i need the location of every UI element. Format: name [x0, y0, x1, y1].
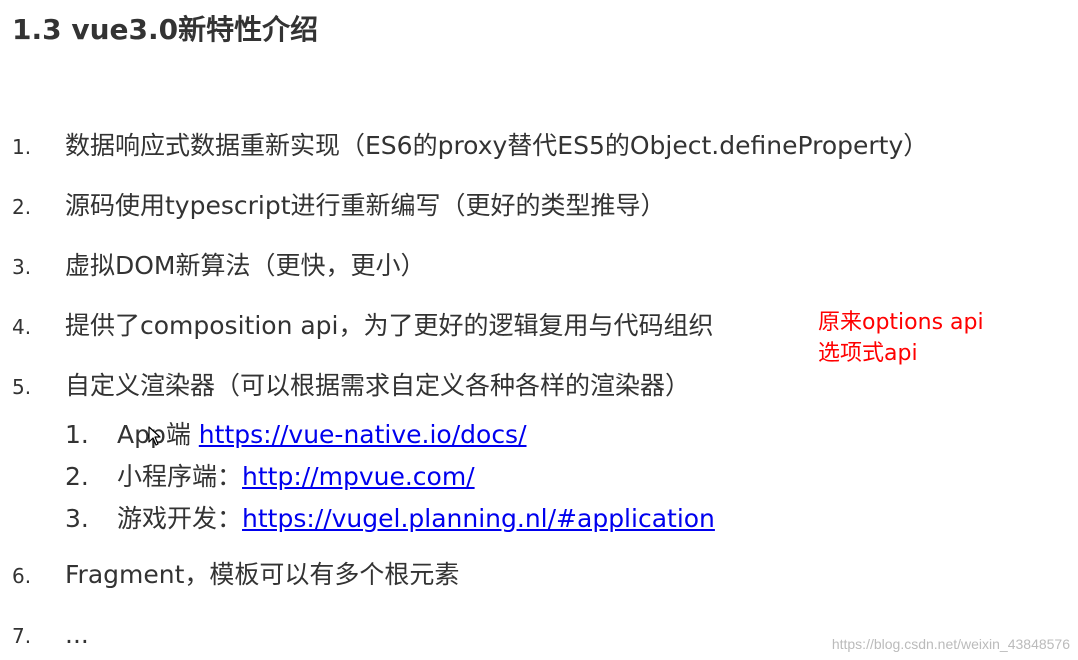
- list-text: Fragment，模板可以有多个根元素: [65, 560, 460, 589]
- sub-list-item: 1.App端 https://vue-native.io/docs/: [65, 418, 527, 452]
- list-number: 3.: [12, 255, 32, 279]
- list-text: 数据响应式数据重新实现（ES6的proxy替代ES5的Object.define…: [65, 131, 929, 160]
- list-number: 4.: [12, 315, 32, 339]
- annotation-line: 原来options api: [818, 310, 984, 335]
- list-item: 5. 自定义渲染器（可以根据需求自定义各种各样的渲染器）: [12, 369, 690, 404]
- annotation-line: 选项式api: [818, 341, 918, 366]
- sub-list-item: 3. 游戏开发：https://vugel.planning.nl/#applic…: [65, 502, 715, 536]
- list-item: 2. 源码使用typescript进行重新编写（更好的类型推导）: [12, 189, 666, 224]
- list-number: 7.: [12, 624, 32, 648]
- sub-list-number: 2.: [65, 462, 89, 491]
- list-item: 1. 数据响应式数据重新实现（ES6的proxy替代ES5的Object.defi…: [12, 129, 928, 164]
- mouse-cursor-icon: [148, 426, 161, 446]
- list-text: 虚拟DOM新算法（更快，更小）: [65, 251, 426, 280]
- watermark: https://blog.csdn.net/weixin_43848576: [831, 636, 1070, 652]
- list-item: 3. 虚拟DOM新算法（更快，更小）: [12, 249, 426, 284]
- list-item: 6. Fragment，模板可以有多个根元素: [12, 558, 459, 593]
- sub-list-number: 3.: [65, 504, 89, 533]
- annotation-note: 原来options api 选项式api: [818, 307, 984, 369]
- list-text: 源码使用typescript进行重新编写（更好的类型推导）: [65, 191, 666, 220]
- list-item: 7....: [12, 618, 89, 653]
- list-text: 提供了composition api，为了更好的逻辑复用与代码组织: [65, 311, 714, 340]
- sub-list-label: 游戏开发：: [117, 504, 243, 533]
- list-text: ...: [65, 620, 89, 649]
- list-number: 1.: [12, 135, 32, 159]
- list-number: 6.: [12, 564, 32, 588]
- sub-list-number: 1.: [65, 420, 89, 449]
- list-number: 2.: [12, 195, 32, 219]
- sub-list-item: 2. 小程序端：http://mpvue.com/: [65, 460, 475, 494]
- list-number: 5.: [12, 375, 32, 399]
- page-title: 1.3 vue3.0新特性介绍: [12, 13, 319, 46]
- sub-list-label: 小程序端：: [117, 462, 243, 491]
- vue-native-link[interactable]: https://vue-native.io/docs/: [199, 420, 527, 449]
- list-text: 自定义渲染器（可以根据需求自定义各种各样的渲染器）: [65, 371, 691, 400]
- vugel-link[interactable]: https://vugel.planning.nl/#application: [242, 504, 715, 533]
- mpvue-link[interactable]: http://mpvue.com/: [242, 462, 475, 491]
- list-item: 4. 提供了composition api，为了更好的逻辑复用与代码组织: [12, 309, 714, 344]
